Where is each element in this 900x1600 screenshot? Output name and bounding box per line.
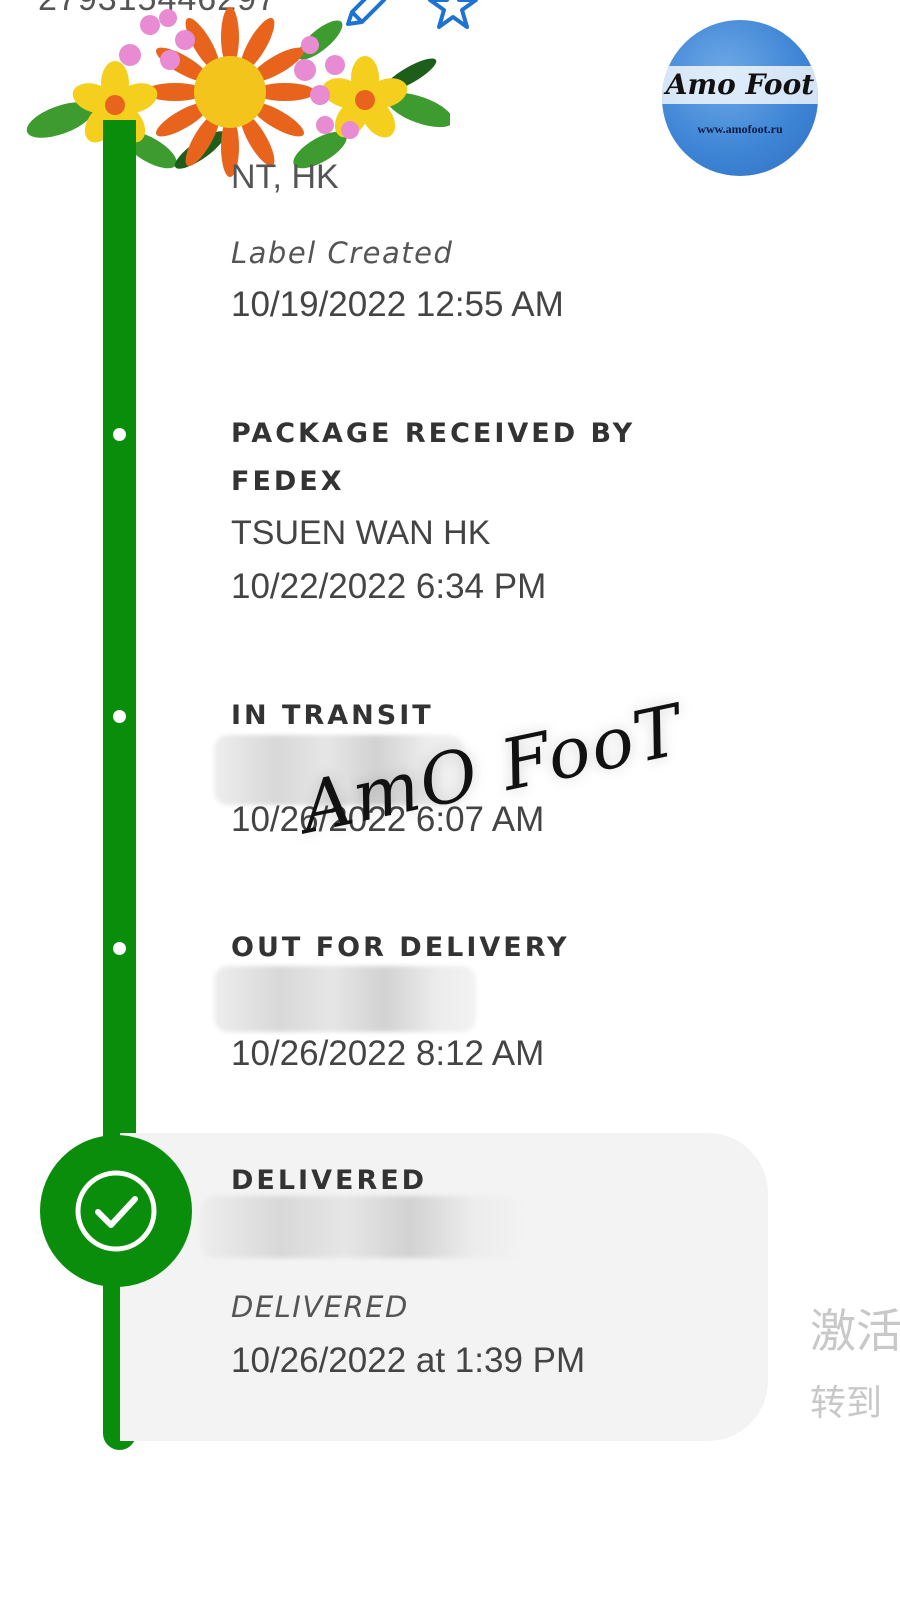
logo-brand: Amo Foot (662, 66, 818, 104)
event-status: DELIVERED (231, 1290, 409, 1324)
event-datetime: 10/26/2022 8:12 AM (231, 1034, 545, 1073)
redacted-location (214, 966, 476, 1032)
timeline-dot (113, 428, 126, 441)
event-title: OUT FOR DELIVERY (231, 932, 570, 963)
amofoot-logo: Amo Foot www.amofoot.ru (662, 20, 818, 176)
event-location: TSUEN WAN HK (231, 514, 491, 552)
side-panel-text: 激活 (810, 1304, 900, 1358)
event-datetime: 10/22/2022 6:34 PM (231, 567, 547, 606)
logo-url: www.amofoot.ru (697, 122, 783, 136)
event-status: Label Created (231, 236, 454, 270)
checkmark-circle-icon (75, 1170, 157, 1252)
event-datetime: 10/19/2022 12:55 AM (231, 285, 564, 324)
timeline-dot (113, 710, 126, 723)
event-location: NT, HK (231, 158, 339, 196)
side-panel-subtext: 转到 (810, 1383, 883, 1424)
event-title: PACKAGE RECEIVED BY FEDEX (231, 418, 636, 497)
timeline-dot (113, 942, 126, 955)
delivered-status-badge (40, 1135, 192, 1287)
event-datetime: 10/26/2022 at 1:39 PM (231, 1341, 586, 1380)
redacted-location (200, 1196, 522, 1258)
